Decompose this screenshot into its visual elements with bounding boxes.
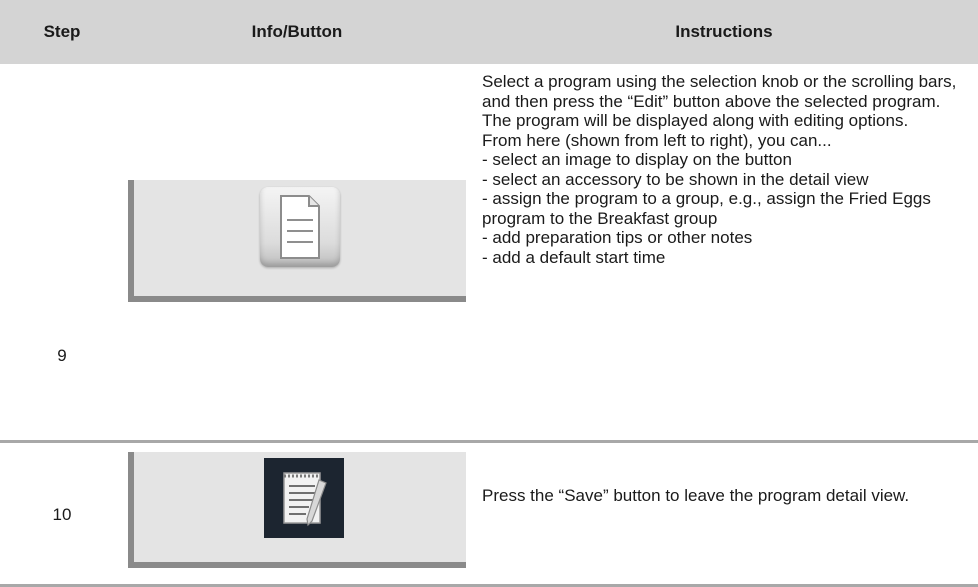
header-instructions: Instructions xyxy=(675,22,773,41)
instruction-text: The program will be displayed along with… xyxy=(482,111,909,130)
instruction-text: - select an accessory to be shown in the… xyxy=(482,169,869,189)
instruction-text: Press the “Save” button to leave the pro… xyxy=(482,486,910,505)
screen-preview-save xyxy=(128,452,466,568)
screen-preview-edit xyxy=(128,180,466,302)
instructions-step-10: Press the “Save” button to leave the pro… xyxy=(482,486,968,506)
document-icon[interactable] xyxy=(260,187,340,267)
header-info-button: Info/Button xyxy=(251,22,343,41)
instruction-text: - assign the program to a group, e.g., a… xyxy=(482,189,931,228)
notepad-save-icon[interactable] xyxy=(264,458,344,538)
header-step: Step xyxy=(43,22,81,41)
instructions-step-9: Select a program using the selection kno… xyxy=(482,72,968,267)
table-header: Step Info/Button Instructions xyxy=(0,0,978,64)
step-number: 9 xyxy=(57,346,67,365)
instruction-text: - select an image to display on the butt… xyxy=(482,150,792,169)
instruction-text: From here (shown from left to right), yo… xyxy=(482,130,832,150)
row-divider xyxy=(0,440,978,443)
instruction-text: - add a default start time xyxy=(482,247,666,267)
instruction-text: - add preparation tips or other notes xyxy=(482,228,753,247)
step-number: 10 xyxy=(52,505,72,524)
instruction-text: Select a program using the selection kno… xyxy=(482,72,957,111)
